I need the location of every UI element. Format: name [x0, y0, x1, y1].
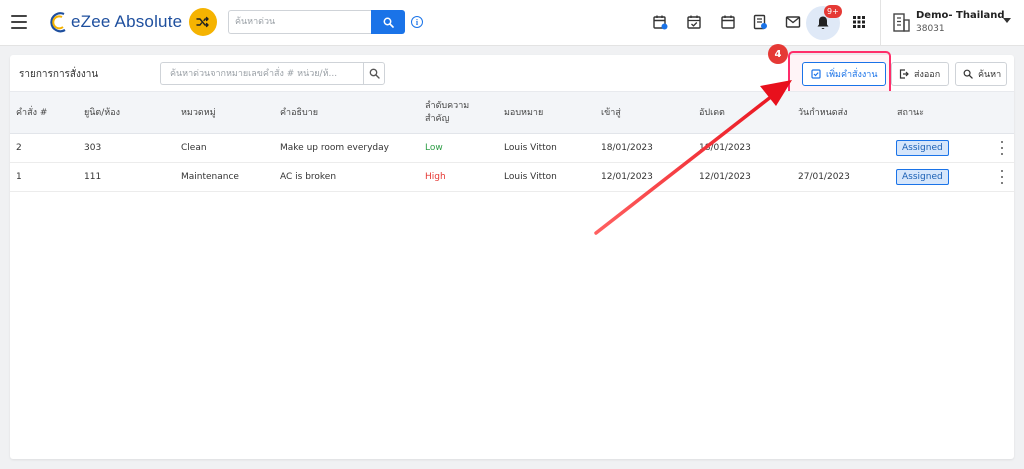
column-header-due[interactable]: วันกำหนดส่ง — [798, 107, 848, 120]
property-id: 38031 — [916, 24, 945, 34]
search-icon — [369, 68, 380, 79]
cell-priority: High — [425, 172, 446, 182]
column-header-description[interactable]: คำอธิบาย — [280, 107, 318, 120]
advanced-search-button[interactable]: ค้นหา — [955, 62, 1007, 86]
cell-priority: Low — [425, 143, 443, 153]
column-header-status[interactable]: สถานะ — [897, 107, 924, 120]
report-icon[interactable] — [750, 12, 770, 32]
column-header-category[interactable]: หมวดหมู่ — [181, 107, 216, 120]
building-icon — [893, 13, 910, 32]
column-header-assignee[interactable]: มอบหมาย — [504, 107, 543, 120]
apps-grid-icon[interactable] — [849, 12, 869, 32]
notification-badge: 9+ — [824, 5, 842, 18]
table-row[interactable]: 1 111 Maintenance AC is broken High Loui… — [10, 163, 1014, 192]
search-icon — [963, 69, 973, 79]
shuffle-button[interactable] — [189, 8, 217, 36]
cell-unit: 111 — [84, 172, 102, 182]
cell-category: Maintenance — [181, 172, 239, 182]
work-order-search-input[interactable] — [160, 62, 364, 85]
cell-unit: 303 — [84, 143, 102, 153]
export-button[interactable]: ส่งออก — [891, 62, 949, 86]
property-name[interactable]: Demo- Thailand — [916, 10, 1005, 21]
column-header-priority[interactable]: ลำดับความ สำคัญ — [425, 100, 469, 126]
mail-icon[interactable] — [783, 12, 803, 32]
cell-updated: 18/01/2023 — [699, 143, 751, 153]
calendar-icon[interactable] — [718, 12, 738, 32]
cell-due: 27/01/2023 — [798, 172, 850, 182]
search-icon — [383, 17, 394, 28]
cell-checkin: 12/01/2023 — [601, 172, 653, 182]
cell-description: AC is broken — [280, 172, 337, 182]
cell-assignee: Louis Vitton — [504, 143, 557, 153]
table-row[interactable]: 2 303 Clean Make up room everyday Low Lo… — [10, 134, 1014, 163]
more-options-icon[interactable] — [1000, 170, 1004, 184]
advanced-search-label: ค้นหา — [978, 70, 1002, 80]
cell-order: 1 — [16, 172, 22, 182]
cell-updated: 12/01/2023 — [699, 172, 751, 182]
app-logo-text: eZee Absolute — [71, 12, 183, 31]
column-header-priority-line2: สำคัญ — [425, 114, 450, 124]
column-header-order[interactable]: คำสั่ง # — [16, 107, 47, 120]
cell-description: Make up room everyday — [280, 143, 389, 153]
chevron-down-icon[interactable] — [1003, 18, 1011, 23]
cell-assignee: Louis Vitton — [504, 172, 557, 182]
table-header: คำสั่ง # ยูนิต/ห้อง หมวดหมู่ คำอธิบาย ลำ… — [10, 91, 1014, 134]
work-order-search-button[interactable] — [363, 62, 385, 85]
export-label: ส่งออก — [914, 70, 941, 80]
more-options-icon[interactable] — [1000, 141, 1004, 155]
status-badge[interactable]: Assigned — [896, 169, 949, 185]
ezee-logo-icon — [50, 12, 66, 33]
cell-order: 2 — [16, 143, 22, 153]
app-logo[interactable]: eZee Absolute — [50, 10, 182, 34]
checkbox-icon — [811, 69, 821, 79]
calendar-check-icon[interactable] — [684, 12, 704, 32]
topbar-divider — [880, 0, 881, 46]
calendar-badge-icon[interactable] — [650, 12, 670, 32]
column-header-checkin[interactable]: เข้าสู่ — [601, 107, 621, 120]
quick-search-input[interactable] — [228, 10, 372, 34]
hamburger-icon[interactable] — [11, 15, 27, 29]
step-number-badge: 4 — [768, 44, 788, 64]
column-header-updated[interactable]: อัปเดต — [699, 107, 725, 120]
page-title: รายการการสั่งงาน — [19, 69, 99, 80]
shuffle-icon — [196, 16, 209, 28]
add-work-order-button[interactable]: เพิ่มคำสั่งงาน — [802, 62, 886, 86]
export-icon — [899, 69, 909, 79]
quick-search-button[interactable] — [371, 10, 405, 34]
cell-category: Clean — [181, 143, 207, 153]
add-work-order-label: เพิ่มคำสั่งงาน — [826, 70, 878, 80]
top-bar: eZee Absolute i — [0, 0, 1024, 46]
cell-checkin: 18/01/2023 — [601, 143, 653, 153]
column-header-unit[interactable]: ยูนิต/ห้อง — [84, 107, 120, 120]
column-header-priority-line1: ลำดับความ — [425, 101, 470, 111]
info-icon[interactable]: i — [411, 16, 423, 28]
status-badge[interactable]: Assigned — [896, 140, 949, 156]
